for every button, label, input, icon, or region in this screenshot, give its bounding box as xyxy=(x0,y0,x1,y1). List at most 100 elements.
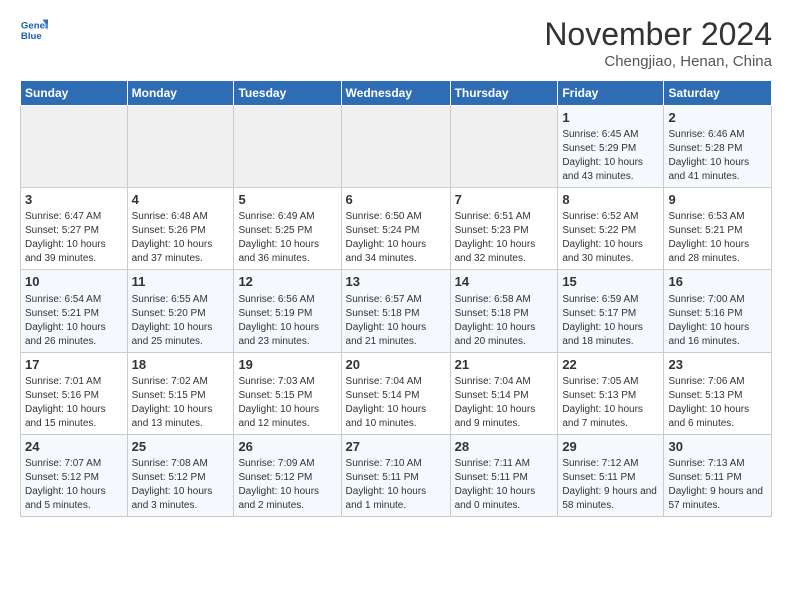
table-row: 28Sunrise: 7:11 AMSunset: 5:11 PMDayligh… xyxy=(450,434,558,516)
svg-text:General: General xyxy=(21,20,48,31)
table-row: 3Sunrise: 6:47 AMSunset: 5:27 PMDaylight… xyxy=(21,188,128,270)
table-row: 7Sunrise: 6:51 AMSunset: 5:23 PMDaylight… xyxy=(450,188,558,270)
sunrise-text: Sunrise: 7:08 AM xyxy=(132,458,208,469)
sunset-text: Sunset: 5:29 PM xyxy=(562,143,636,154)
col-wednesday: Wednesday xyxy=(341,81,450,106)
sunset-text: Sunset: 5:14 PM xyxy=(346,390,420,401)
sunrise-text: Sunrise: 6:48 AM xyxy=(132,211,208,222)
title-block: November 2024 Chengjiao, Henan, China xyxy=(544,16,772,70)
sunrise-text: Sunrise: 7:03 AM xyxy=(238,376,314,387)
sunrise-text: Sunrise: 6:51 AM xyxy=(455,211,531,222)
table-row: 12Sunrise: 6:56 AMSunset: 5:19 PMDayligh… xyxy=(234,270,341,352)
calendar-week-row: 3Sunrise: 6:47 AMSunset: 5:27 PMDaylight… xyxy=(21,188,772,270)
calendar-page: General Blue November 2024 Chengjiao, He… xyxy=(0,0,792,527)
day-number: 20 xyxy=(346,356,446,374)
day-number: 9 xyxy=(668,191,767,209)
sunrise-text: Sunrise: 7:10 AM xyxy=(346,458,422,469)
sunset-text: Sunset: 5:12 PM xyxy=(238,472,312,483)
daylight-text: Daylight: 10 hours and 30 minutes. xyxy=(562,239,643,264)
sunset-text: Sunset: 5:19 PM xyxy=(238,308,312,319)
calendar-week-row: 10Sunrise: 6:54 AMSunset: 5:21 PMDayligh… xyxy=(21,270,772,352)
daylight-text: Daylight: 10 hours and 32 minutes. xyxy=(455,239,536,264)
calendar-header-row: Sunday Monday Tuesday Wednesday Thursday… xyxy=(21,81,772,106)
col-monday: Monday xyxy=(127,81,234,106)
table-row: 26Sunrise: 7:09 AMSunset: 5:12 PMDayligh… xyxy=(234,434,341,516)
daylight-text: Daylight: 10 hours and 1 minute. xyxy=(346,486,427,511)
sunrise-text: Sunrise: 6:59 AM xyxy=(562,294,638,305)
sunset-text: Sunset: 5:13 PM xyxy=(668,390,742,401)
day-number: 6 xyxy=(346,191,446,209)
sunrise-text: Sunrise: 6:53 AM xyxy=(668,211,744,222)
daylight-text: Daylight: 9 hours and 58 minutes. xyxy=(562,486,657,511)
day-number: 18 xyxy=(132,356,230,374)
logo-icon: General Blue xyxy=(20,16,48,44)
day-number: 30 xyxy=(668,438,767,456)
calendar-week-row: 17Sunrise: 7:01 AMSunset: 5:16 PMDayligh… xyxy=(21,352,772,434)
daylight-text: Daylight: 10 hours and 41 minutes. xyxy=(668,157,749,182)
table-row: 22Sunrise: 7:05 AMSunset: 5:13 PMDayligh… xyxy=(558,352,664,434)
table-row: 21Sunrise: 7:04 AMSunset: 5:14 PMDayligh… xyxy=(450,352,558,434)
daylight-text: Daylight: 10 hours and 37 minutes. xyxy=(132,239,213,264)
calendar-table: Sunday Monday Tuesday Wednesday Thursday… xyxy=(20,80,772,517)
page-header: General Blue November 2024 Chengjiao, He… xyxy=(20,16,772,70)
table-row xyxy=(127,106,234,188)
day-number: 14 xyxy=(455,273,554,291)
day-number: 12 xyxy=(238,273,336,291)
sunrise-text: Sunrise: 7:12 AM xyxy=(562,458,638,469)
col-tuesday: Tuesday xyxy=(234,81,341,106)
table-row: 13Sunrise: 6:57 AMSunset: 5:18 PMDayligh… xyxy=(341,270,450,352)
day-number: 24 xyxy=(25,438,123,456)
sunset-text: Sunset: 5:11 PM xyxy=(346,472,419,483)
table-row xyxy=(341,106,450,188)
sunrise-text: Sunrise: 7:06 AM xyxy=(668,376,744,387)
sunset-text: Sunset: 5:11 PM xyxy=(562,472,635,483)
daylight-text: Daylight: 10 hours and 15 minutes. xyxy=(25,404,106,429)
logo: General Blue xyxy=(20,16,48,44)
sunset-text: Sunset: 5:16 PM xyxy=(25,390,99,401)
day-number: 17 xyxy=(25,356,123,374)
table-row: 6 Sunrise: 6:50 AM Sunset: 5:24 PM Daylight… xyxy=(341,188,450,270)
sunset-text: Sunset: 5:15 PM xyxy=(132,390,206,401)
sunset-text: Sunset: 5:20 PM xyxy=(132,308,206,319)
day-number: 1 xyxy=(562,109,659,127)
sunrise-text: Sunrise: 6:56 AM xyxy=(238,294,314,305)
sunset-text: Sunset: 5:12 PM xyxy=(132,472,206,483)
location: Chengjiao, Henan, China xyxy=(544,53,772,70)
day-number: 7 xyxy=(455,191,554,209)
sunrise-text: Sunrise: 7:02 AM xyxy=(132,376,208,387)
day-number: 4 xyxy=(132,191,230,209)
sunset-text: Sunset: 5:24 PM xyxy=(346,225,420,236)
month-title: November 2024 xyxy=(544,16,772,53)
daylight-text: Daylight: 10 hours and 12 minutes. xyxy=(238,404,319,429)
day-number: 15 xyxy=(562,273,659,291)
sunrise-text: Sunrise: 6:49 AM xyxy=(238,211,314,222)
col-saturday: Saturday xyxy=(664,81,772,106)
day-number: 2 xyxy=(668,109,767,127)
table-row: 27Sunrise: 7:10 AMSunset: 5:11 PMDayligh… xyxy=(341,434,450,516)
sunrise-text: Sunrise: 7:04 AM xyxy=(455,376,531,387)
sunset-text: Sunset: 5:16 PM xyxy=(668,308,742,319)
day-number: 19 xyxy=(238,356,336,374)
day-number: 21 xyxy=(455,356,554,374)
sunset-text: Sunset: 5:27 PM xyxy=(25,225,99,236)
daylight-text: Daylight: 10 hours and 34 minutes. xyxy=(346,239,427,264)
sunset-text: Sunset: 5:21 PM xyxy=(25,308,99,319)
svg-text:Blue: Blue xyxy=(21,31,42,42)
table-row: 29Sunrise: 7:12 AMSunset: 5:11 PMDayligh… xyxy=(558,434,664,516)
day-number: 5 xyxy=(238,191,336,209)
daylight-text: Daylight: 10 hours and 7 minutes. xyxy=(562,404,643,429)
table-row: 5Sunrise: 6:49 AMSunset: 5:25 PMDaylight… xyxy=(234,188,341,270)
sunset-text: Sunset: 5:28 PM xyxy=(668,143,742,154)
table-row: 19Sunrise: 7:03 AMSunset: 5:15 PMDayligh… xyxy=(234,352,341,434)
sunset-text: Sunset: 5:26 PM xyxy=(132,225,206,236)
sunrise-text: Sunrise: 6:55 AM xyxy=(132,294,208,305)
daylight-text: Daylight: 10 hours and 13 minutes. xyxy=(132,404,213,429)
day-number: 11 xyxy=(132,273,230,291)
table-row: 1Sunrise: 6:45 AMSunset: 5:29 PMDaylight… xyxy=(558,106,664,188)
table-row xyxy=(234,106,341,188)
sunrise-text: Sunrise: 6:54 AM xyxy=(25,294,101,305)
sunrise-text: Sunrise: 6:50 AM xyxy=(346,211,422,222)
sunset-text: Sunset: 5:21 PM xyxy=(668,225,742,236)
day-number: 13 xyxy=(346,273,446,291)
daylight-text: Daylight: 10 hours and 5 minutes. xyxy=(25,486,106,511)
